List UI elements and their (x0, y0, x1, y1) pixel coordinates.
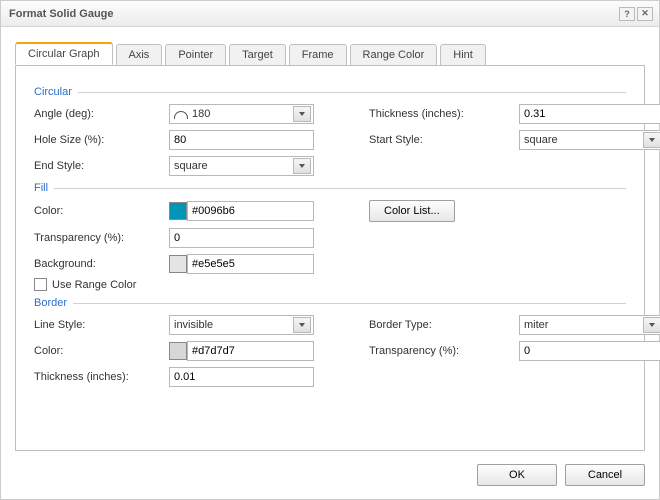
end-style-combo[interactable]: square (169, 156, 314, 176)
fill-transparency-label: Transparency (%): (34, 232, 169, 244)
fill-color-label: Color: (34, 205, 169, 217)
section-fill: Fill (34, 182, 626, 194)
divider (73, 303, 626, 304)
border-color-input[interactable] (187, 341, 314, 361)
fill-color-swatch[interactable] (169, 202, 187, 220)
arc-icon (174, 111, 188, 119)
start-style-value: square (524, 134, 643, 146)
hole-size-label: Hole Size (%): (34, 134, 169, 146)
cancel-button[interactable]: Cancel (565, 464, 645, 486)
border-transparency-input[interactable] (519, 341, 660, 361)
fill-grid: Color: Color List... Transparency (%): B… (34, 200, 626, 274)
tab-panel-circular-graph: Circular Angle (deg): 180 Thickness (inc… (15, 65, 645, 451)
border-grid: Line Style: invisible Border Type: miter (34, 315, 626, 387)
circular-grid: Angle (deg): 180 Thickness (inches): Hol… (34, 104, 626, 176)
border-type-combo[interactable]: miter (519, 315, 660, 335)
section-fill-label: Fill (34, 182, 48, 194)
tab-range-color[interactable]: Range Color (350, 44, 438, 66)
thickness-input[interactable] (519, 104, 660, 124)
end-style-label: End Style: (34, 160, 169, 172)
angle-value: 180 (192, 108, 293, 120)
use-range-color-row: Use Range Color (34, 278, 626, 291)
fill-color-input[interactable] (187, 201, 314, 221)
use-range-color-checkbox[interactable] (34, 278, 47, 291)
tab-hint[interactable]: Hint (440, 44, 486, 66)
border-line-style-combo[interactable]: invisible (169, 315, 314, 335)
chevron-down-icon (293, 106, 311, 122)
tab-frame[interactable]: Frame (289, 44, 347, 66)
chevron-down-icon (293, 317, 311, 333)
format-solid-gauge-dialog: Format Solid Gauge ? ✕ Circular Graph Ax… (0, 0, 660, 500)
thickness-label: Thickness (inches): (369, 108, 519, 120)
start-style-combo[interactable]: square (519, 130, 660, 150)
border-line-style-label: Line Style: (34, 319, 169, 331)
divider (54, 188, 626, 189)
border-color-swatch[interactable] (169, 342, 187, 360)
section-circular-label: Circular (34, 86, 72, 98)
tab-circular-graph[interactable]: Circular Graph (15, 42, 113, 65)
chevron-down-icon (643, 317, 660, 333)
border-type-label: Border Type: (369, 319, 519, 331)
help-button[interactable]: ? (619, 7, 635, 21)
border-transparency-label: Transparency (%): (369, 345, 519, 357)
ok-button[interactable]: OK (477, 464, 557, 486)
hole-size-input[interactable] (169, 130, 314, 150)
border-thickness-label: Thickness (inches): (34, 371, 169, 383)
tabstrip: Circular Graph Axis Pointer Target Frame… (15, 41, 645, 65)
end-style-value: square (174, 160, 293, 172)
section-border: Border (34, 297, 626, 309)
angle-combo[interactable]: 180 (169, 104, 314, 124)
tab-pointer[interactable]: Pointer (165, 44, 226, 66)
fill-background-swatch[interactable] (169, 255, 187, 273)
close-button[interactable]: ✕ (637, 7, 653, 21)
divider (78, 92, 626, 93)
dialog-title: Format Solid Gauge (9, 8, 617, 20)
chevron-down-icon (643, 132, 660, 148)
border-line-style-value: invisible (174, 319, 293, 331)
tab-axis[interactable]: Axis (116, 44, 163, 66)
fill-transparency-input[interactable] (169, 228, 314, 248)
titlebar: Format Solid Gauge ? ✕ (1, 1, 659, 27)
section-border-label: Border (34, 297, 67, 309)
tab-target[interactable]: Target (229, 44, 286, 66)
angle-label: Angle (deg): (34, 108, 169, 120)
border-thickness-input[interactable] (169, 367, 314, 387)
section-circular: Circular (34, 86, 626, 98)
use-range-color-label: Use Range Color (52, 279, 136, 291)
start-style-label: Start Style: (369, 134, 519, 146)
chevron-down-icon (293, 158, 311, 174)
fill-background-input[interactable] (187, 254, 314, 274)
dialog-content: Circular Graph Axis Pointer Target Frame… (1, 27, 659, 451)
border-type-value: miter (524, 319, 643, 331)
color-list-button[interactable]: Color List... (369, 200, 455, 222)
fill-background-label: Background: (34, 258, 169, 270)
dialog-footer: OK Cancel (1, 451, 659, 499)
border-color-label: Color: (34, 345, 169, 357)
